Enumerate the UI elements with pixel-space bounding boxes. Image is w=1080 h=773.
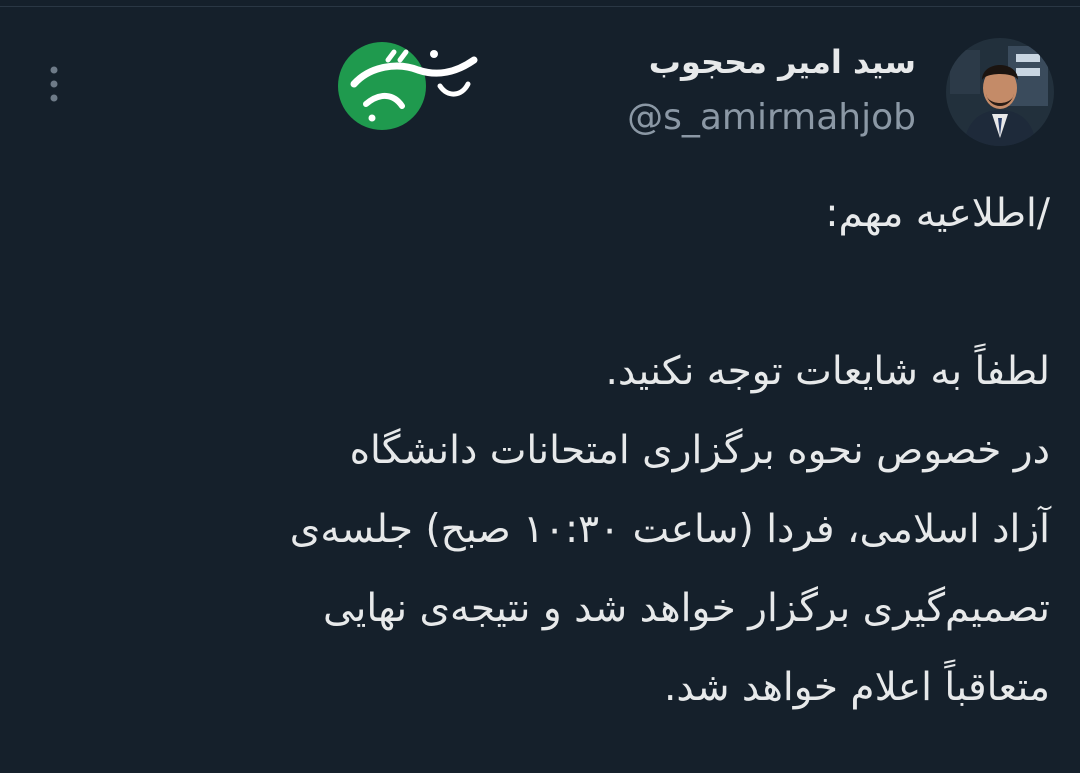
tweet-screenshot: سید امیر محجوب @s_amirmahjob /اطلاعیه مه… — [0, 0, 1080, 773]
tweet-line: متعاقباً اعلام خواهد شد. — [663, 665, 1050, 710]
divider — [0, 6, 1080, 7]
tweet-line: لطفاً به شایعات توجه نکنید. — [605, 349, 1050, 394]
author-handle[interactable]: @s_amirmahjob — [627, 94, 916, 142]
avatar[interactable] — [946, 38, 1054, 146]
tweet-line: /اطلاعیه مهم: — [825, 191, 1050, 236]
tweet-author[interactable]: سید امیر محجوب @s_amirmahjob — [627, 38, 916, 142]
tweet-line: تصمیم‌گیری برگزار خواهد شد و نتیجه‌ی نها… — [322, 586, 1050, 631]
news-logo-watermark — [336, 32, 486, 130]
author-display-name[interactable]: سید امیر محجوب — [627, 38, 916, 86]
tweet-line: آزاد اسلامی، فردا (ساعت ۱۰:۳۰ صبح) جلسه‌… — [289, 507, 1050, 552]
tweet-line-blank — [150, 253, 1050, 332]
more-options-icon[interactable] — [40, 62, 68, 106]
tweet-line: در خصوص نحوه برگزاری امتحانات دانشگاه — [349, 428, 1050, 473]
tweet-text: /اطلاعیه مهم: لطفاً به شایعات توجه نکنید… — [150, 174, 1050, 727]
